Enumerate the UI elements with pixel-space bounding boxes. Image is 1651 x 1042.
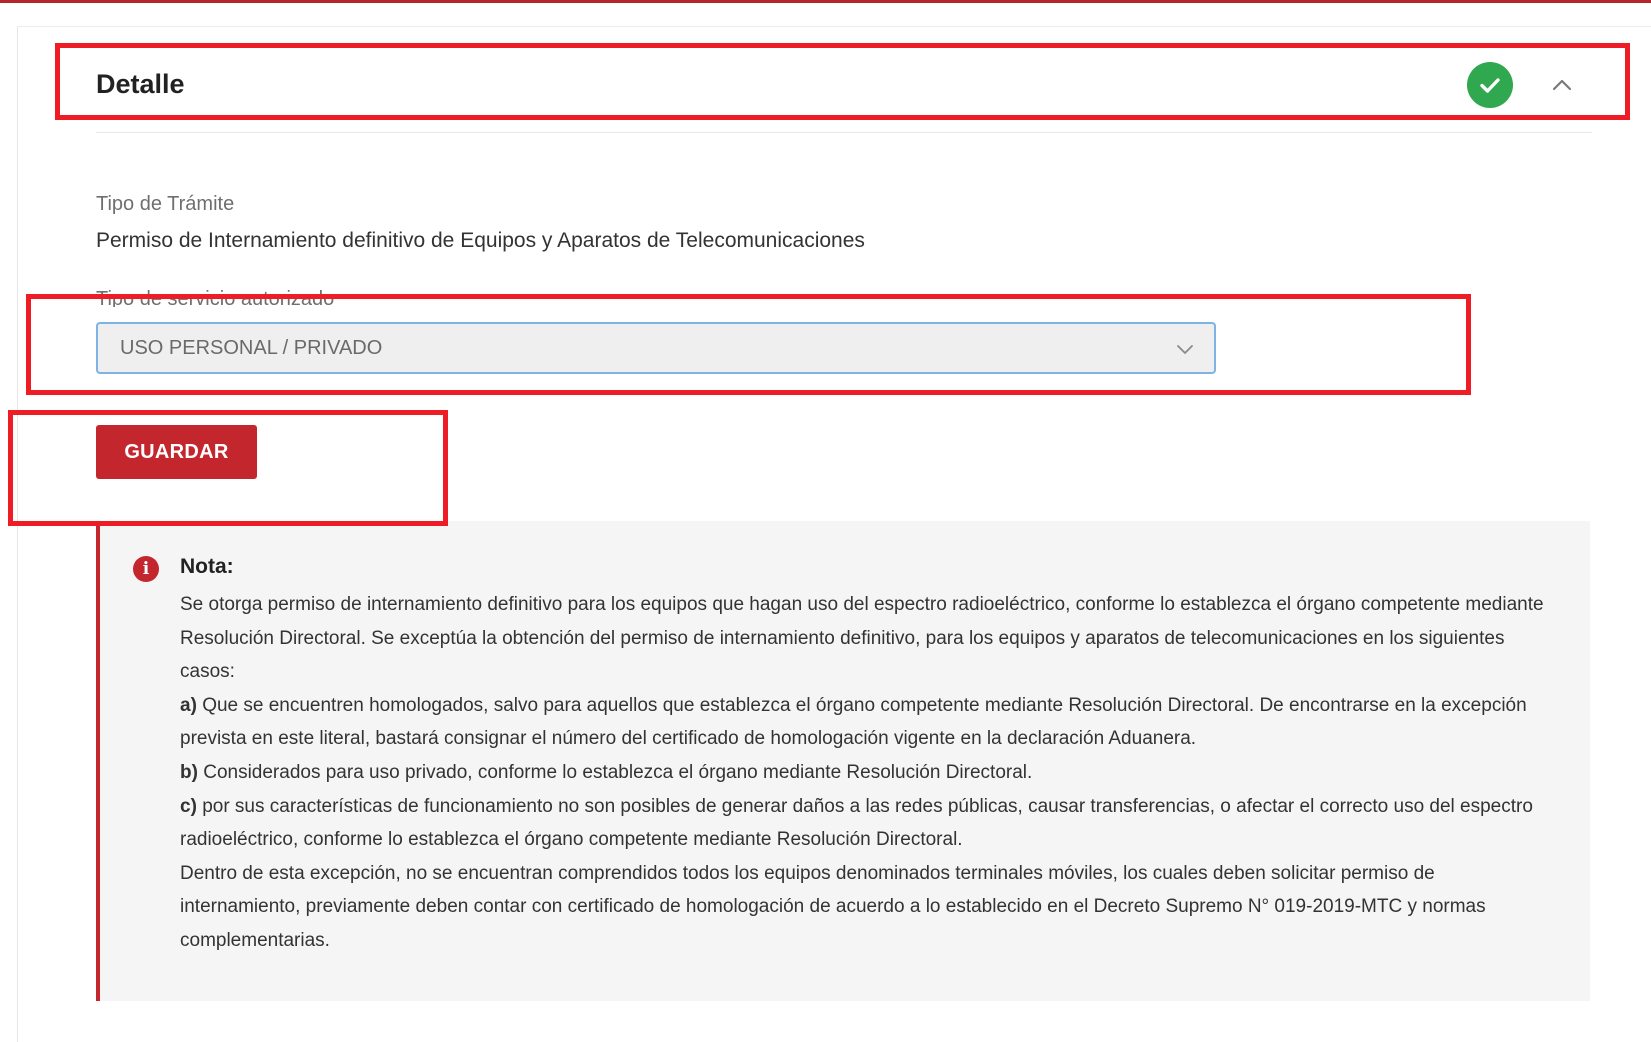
note-closing: Dentro de esta excepción, no se encuentr… bbox=[180, 862, 1486, 951]
note-item-c: c) por sus características de funcionami… bbox=[180, 790, 1560, 857]
tramite-value: Permiso de Internamiento definitivo de E… bbox=[96, 229, 865, 252]
note-title: Nota: bbox=[180, 555, 234, 578]
info-icon: i bbox=[133, 556, 159, 582]
servicio-label: Tipo de servicio autorizado bbox=[96, 289, 335, 307]
note-item-marker: c) bbox=[180, 795, 197, 817]
note-item-text: por sus características de funcionamient… bbox=[180, 795, 1533, 851]
note-item-text: Que se encuentren homologados, salvo par… bbox=[180, 694, 1527, 750]
note-intro: Se otorga permiso de internamiento defin… bbox=[180, 594, 1544, 683]
header-divider bbox=[96, 132, 1592, 133]
note-item-b: b) Considerados para uso privado, confor… bbox=[180, 756, 1560, 790]
note-box: i Nota: Se otorga permiso de internamien… bbox=[96, 521, 1590, 1001]
servicio-selected-value: USO PERSONAL / PRIVADO bbox=[120, 337, 383, 359]
note-item-marker: b) bbox=[180, 761, 198, 783]
section-title: Detalle bbox=[96, 69, 185, 99]
note-item-a: a) Que se encuentren homologados, salvo … bbox=[180, 689, 1560, 756]
tramite-label: Tipo de Trámite bbox=[96, 193, 235, 215]
note-item-marker: a) bbox=[180, 694, 197, 716]
note-body: Se otorga permiso de internamiento defin… bbox=[180, 588, 1560, 958]
top-accent-line bbox=[0, 0, 1651, 3]
chevron-down-icon bbox=[1174, 338, 1196, 360]
servicio-select[interactable]: USO PERSONAL / PRIVADO bbox=[96, 322, 1216, 374]
note-item-text: Considerados para uso privado, conforme … bbox=[203, 761, 1033, 783]
check-circle-icon bbox=[1467, 62, 1513, 108]
chevron-up-icon[interactable] bbox=[1548, 71, 1576, 99]
detail-header[interactable]: Detalle bbox=[96, 51, 1596, 119]
save-button[interactable]: GUARDAR bbox=[96, 425, 257, 479]
